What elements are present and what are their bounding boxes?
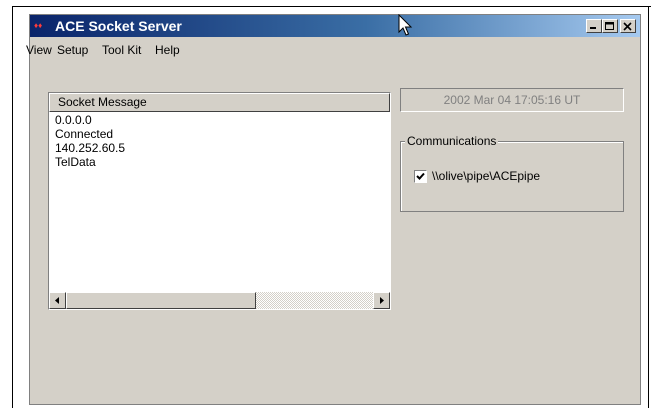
frame-right-line [648,6,649,408]
communications-group: Communications \\olive\pipe\ACEpipe [400,134,624,212]
arrow-left-icon [55,297,59,304]
list-item[interactable]: Connected [55,127,125,141]
scroll-thumb[interactable] [66,292,256,309]
arrow-right-icon [380,297,384,304]
menu-toolkit[interactable]: Tool Kit [102,43,141,57]
mouse-cursor-icon [398,14,413,36]
horizontal-scrollbar[interactable] [49,292,390,309]
socket-message-list[interactable]: Socket Message 0.0.0.0 Connected 140.252… [48,92,391,310]
pipe-label[interactable]: \\olive\pipe\ACEpipe [432,169,540,183]
title-bar[interactable]: ♦♦ ACE Socket Server [30,15,640,37]
communications-label: Communications [405,134,499,148]
frame-left-line [12,6,13,408]
menu-bar: View Setup Tool Kit Help [26,39,640,59]
socket-message-header[interactable]: Socket Message [49,93,390,112]
scroll-left-button[interactable] [49,292,66,309]
socket-message-items: 0.0.0.0 Connected 140.252.60.5 TelData [55,113,125,169]
list-item[interactable]: 140.252.60.5 [55,141,125,155]
close-button[interactable] [620,19,636,33]
checkmark-icon [416,172,425,180]
minimize-icon [590,27,596,29]
app-window: ♦♦ ACE Socket Server View Setup Tool Kit… [26,14,641,405]
app-icon: ♦♦ [34,21,43,30]
frame-top-line [12,6,651,7]
list-item[interactable]: 0.0.0.0 [55,113,125,127]
scroll-track[interactable] [66,292,373,309]
close-icon [623,22,632,31]
scroll-right-button[interactable] [373,292,390,309]
menu-view[interactable]: View [26,43,52,57]
menu-setup[interactable]: Setup [57,43,88,57]
list-item[interactable]: TelData [55,155,125,169]
pipe-checkbox[interactable] [414,170,427,183]
maximize-button[interactable] [602,19,618,33]
maximize-icon [605,22,614,30]
menu-help[interactable]: Help [155,43,180,57]
minimize-button[interactable] [586,19,602,33]
window-title: ACE Socket Server [55,18,182,34]
datetime-display: 2002 Mar 04 17:05:16 UT [400,88,624,112]
